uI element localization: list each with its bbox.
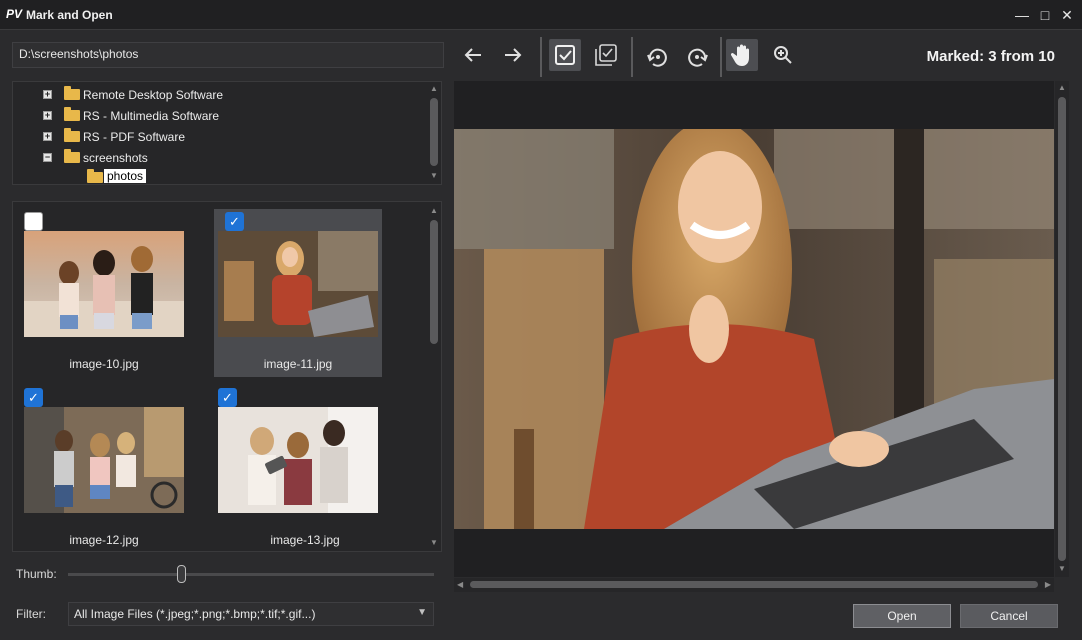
tree-item-remote-desktop[interactable]: + Remote Desktop Software bbox=[13, 84, 423, 104]
thumbnail-card[interactable]: ✓ image-13.jpg bbox=[214, 385, 390, 551]
chevron-down-icon[interactable]: ▼ bbox=[417, 607, 427, 618]
toolbar-separator bbox=[540, 37, 542, 77]
arrow-right-icon[interactable] bbox=[497, 39, 529, 71]
scroll-down-icon[interactable]: ▼ bbox=[429, 172, 439, 180]
scroll-up-icon[interactable]: ▲ bbox=[429, 207, 439, 215]
checkbox-checked-icon[interactable] bbox=[549, 39, 581, 71]
tree-scrollbar[interactable]: ▲ ▼ bbox=[427, 82, 441, 184]
scrollbar-thumb[interactable] bbox=[470, 581, 1038, 588]
preview-horizontal-scrollbar[interactable]: ◀ ▶ bbox=[454, 578, 1054, 592]
preview-vertical-scrollbar[interactable]: ▲ ▼ bbox=[1055, 81, 1069, 577]
toolbar: Marked: 3 from 10 bbox=[455, 36, 1075, 77]
open-button[interactable]: Open bbox=[853, 604, 951, 628]
scroll-down-icon[interactable]: ▼ bbox=[429, 539, 439, 547]
expand-icon[interactable]: + bbox=[43, 111, 52, 120]
thumbnail-card[interactable]: image-10.jpg bbox=[13, 209, 189, 377]
folder-icon bbox=[64, 149, 80, 163]
hand-icon[interactable] bbox=[726, 39, 758, 71]
folder-tree: + Remote Desktop Software + RS - Multime… bbox=[12, 81, 442, 185]
minimize-icon[interactable]: — bbox=[1011, 4, 1033, 26]
thumb-size-slider[interactable] bbox=[68, 573, 434, 576]
thumbnail-image bbox=[24, 231, 184, 337]
rotate-left-icon[interactable] bbox=[641, 39, 673, 71]
mark-checkbox-checked[interactable]: ✓ bbox=[24, 388, 43, 407]
mark-checkbox-checked[interactable]: ✓ bbox=[225, 212, 244, 231]
rotate-right-icon[interactable] bbox=[682, 39, 714, 71]
path-input[interactable]: D:\screenshots\photos bbox=[12, 42, 444, 68]
tree-item-screenshots[interactable]: − screenshots bbox=[13, 147, 423, 167]
mark-checkbox[interactable] bbox=[24, 212, 43, 231]
thumbnail-filename: image-11.jpg bbox=[263, 357, 333, 371]
checkbox-multiple-icon[interactable] bbox=[590, 39, 622, 71]
arrow-left-icon[interactable] bbox=[457, 39, 489, 71]
thumbnail-image bbox=[218, 231, 378, 337]
thumbnail-filename: image-13.jpg bbox=[270, 533, 340, 547]
app-logo-icon: PV bbox=[6, 7, 23, 21]
thumb-size-label: Thumb: bbox=[16, 567, 57, 581]
title-bar: PV Mark and Open — □ ✕ bbox=[0, 0, 1082, 30]
collapse-icon[interactable]: − bbox=[43, 153, 52, 162]
folder-icon bbox=[64, 107, 80, 121]
filter-value: All Image Files (*.jpeg;*.png;*.bmp;*.ti… bbox=[74, 607, 316, 621]
thumbnail-image bbox=[24, 407, 184, 513]
toolbar-separator bbox=[720, 37, 722, 77]
scroll-down-icon[interactable]: ▼ bbox=[1057, 565, 1067, 573]
tree-item-label: Remote Desktop Software bbox=[83, 88, 224, 102]
filter-label: Filter: bbox=[16, 607, 46, 621]
mark-checkbox-checked[interactable]: ✓ bbox=[218, 388, 237, 407]
thumbnail-gallery: image-10.jpg ✓ image-11.jpg ✓ image-12.j… bbox=[12, 201, 442, 552]
expand-icon[interactable]: + bbox=[43, 132, 52, 141]
filter-select[interactable]: All Image Files (*.jpeg;*.png;*.bmp;*.ti… bbox=[68, 602, 434, 626]
marked-count: Marked: 3 from 10 bbox=[926, 48, 1055, 65]
scroll-up-icon[interactable]: ▲ bbox=[1057, 84, 1067, 92]
scrollbar-thumb[interactable] bbox=[430, 98, 438, 166]
toolbar-separator bbox=[631, 37, 633, 77]
close-icon[interactable]: ✕ bbox=[1056, 4, 1078, 26]
cancel-button[interactable]: Cancel bbox=[960, 604, 1058, 628]
scrollbar-thumb[interactable] bbox=[430, 220, 438, 344]
tree-item-label: RS - PDF Software bbox=[83, 130, 186, 144]
tree-item-photos[interactable]: photos bbox=[13, 167, 423, 184]
thumbnail-card-selected[interactable]: ✓ image-11.jpg bbox=[214, 209, 382, 377]
filter-row: Filter: All Image Files (*.jpeg;*.png;*.… bbox=[12, 602, 442, 626]
image-preview[interactable] bbox=[454, 81, 1054, 577]
thumbnail-card[interactable]: ✓ image-12.jpg bbox=[13, 385, 189, 551]
gallery-scrollbar[interactable]: ▲ ▼ bbox=[427, 202, 441, 551]
zoom-in-icon[interactable] bbox=[767, 39, 799, 71]
folder-icon bbox=[64, 86, 80, 100]
thumbnail-filename: image-10.jpg bbox=[69, 357, 139, 371]
thumbnail-image bbox=[218, 407, 378, 513]
folder-icon bbox=[87, 169, 103, 183]
scroll-left-icon[interactable]: ◀ bbox=[457, 580, 463, 589]
slider-handle[interactable] bbox=[177, 565, 187, 583]
maximize-icon[interactable]: □ bbox=[1034, 4, 1056, 26]
tree-item-label: RS - Multimedia Software bbox=[83, 109, 220, 123]
scrollbar-thumb[interactable] bbox=[1058, 97, 1066, 561]
tree-item-label: screenshots bbox=[83, 151, 148, 165]
thumbnail-filename: image-12.jpg bbox=[69, 533, 139, 547]
scroll-right-icon[interactable]: ▶ bbox=[1045, 580, 1051, 589]
expand-icon[interactable]: + bbox=[43, 90, 52, 99]
preview-image bbox=[454, 129, 1054, 529]
folder-icon bbox=[64, 128, 80, 142]
scroll-up-icon[interactable]: ▲ bbox=[429, 85, 439, 93]
tree-item-label: photos bbox=[104, 169, 147, 183]
thumb-size-row: Thumb: bbox=[12, 562, 442, 586]
tree-item-multimedia[interactable]: + RS - Multimedia Software bbox=[13, 105, 423, 125]
window-title: Mark and Open bbox=[26, 8, 113, 22]
tree-item-pdf[interactable]: + RS - PDF Software bbox=[13, 126, 423, 146]
